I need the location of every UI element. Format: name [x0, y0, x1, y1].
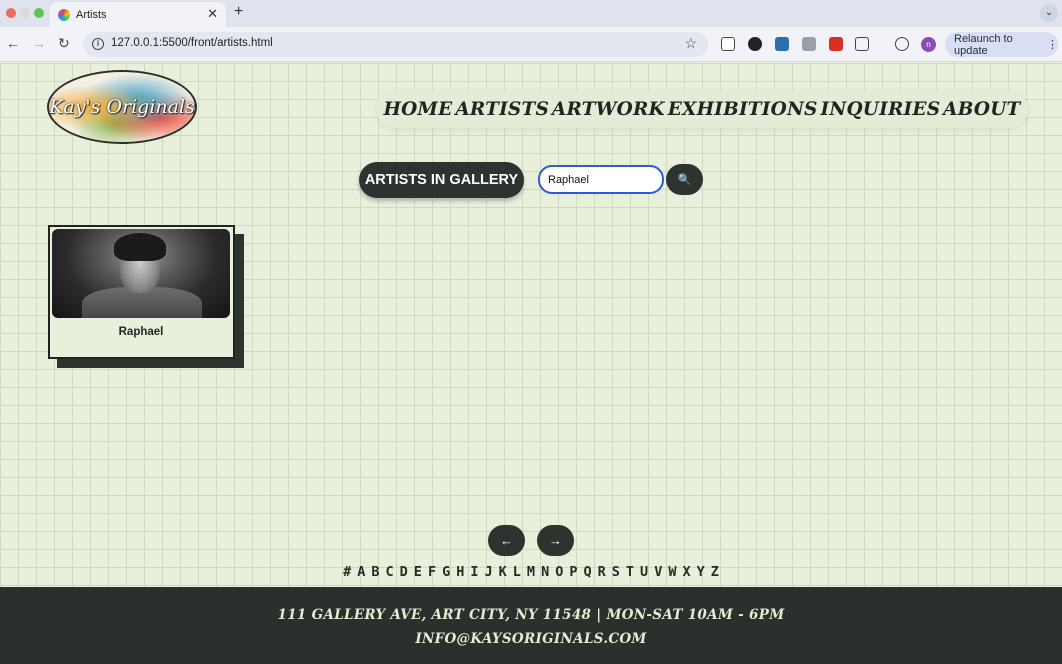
- close-window-button[interactable]: [6, 8, 16, 18]
- forward-arrow-icon[interactable]: →: [32, 35, 46, 51]
- alphabet-letter[interactable]: Y: [697, 564, 705, 580]
- alphabet-letter[interactable]: X: [682, 564, 690, 580]
- reload-icon[interactable]: ↻: [58, 35, 70, 52]
- site-footer: 111 GALLERY AVE, ART CITY, NY 11548 | MO…: [0, 587, 1062, 664]
- alphabet-letter[interactable]: O: [555, 564, 563, 580]
- nav-artwork-link[interactable]: ARTWORK: [552, 99, 665, 120]
- site-info-icon[interactable]: i: [92, 38, 104, 50]
- minimize-window-button[interactable]: [20, 8, 30, 18]
- alphabet-letter[interactable]: J: [485, 564, 493, 580]
- browser-tab[interactable]: Artists ✕: [50, 2, 226, 27]
- back-arrow-icon[interactable]: ←: [6, 35, 20, 51]
- relaunch-button[interactable]: Relaunch to update ⋮: [945, 32, 1058, 57]
- alphabet-letter[interactable]: S: [612, 564, 620, 580]
- more-menu-icon[interactable]: ⋮: [1047, 38, 1058, 51]
- alphabet-letter[interactable]: I: [470, 564, 478, 580]
- alphabet-letter[interactable]: K: [499, 564, 507, 580]
- tab-title: Artists: [76, 8, 107, 21]
- footer-address: 111 GALLERY AVE, ART CITY, NY 11548 | MO…: [277, 607, 785, 623]
- maximize-window-button[interactable]: [34, 8, 44, 18]
- extension-h-icon[interactable]: [748, 37, 762, 51]
- artist-name: Raphael: [118, 326, 164, 338]
- alphabet-letter[interactable]: T: [626, 564, 634, 580]
- alphabet-filter: # A B C D E F G H I J K L M N O P Q R S T U V W X Y Z: [0, 564, 1062, 580]
- alphabet-letter[interactable]: #: [343, 564, 351, 580]
- alphabet-letter[interactable]: U: [640, 564, 648, 580]
- footer-email[interactable]: INFO@KAYSORIGINALS.COM: [0, 631, 1062, 647]
- artists-in-gallery-button[interactable]: ARTISTS IN GALLERY: [359, 162, 524, 198]
- new-tab-button[interactable]: +: [234, 3, 243, 21]
- artist-card[interactable]: Raphael: [48, 225, 235, 359]
- alphabet-letter[interactable]: V: [654, 564, 662, 580]
- alphabet-letter[interactable]: N: [541, 564, 549, 580]
- alphabet-letter[interactable]: Q: [583, 564, 591, 580]
- artist-search-input[interactable]: [538, 165, 664, 194]
- alphabet-letter[interactable]: D: [400, 564, 408, 580]
- address-bar[interactable]: i 127.0.0.1:5500/front/artists.html ☆: [83, 32, 708, 57]
- alphabet-letter[interactable]: R: [598, 564, 606, 580]
- prev-page-button[interactable]: ←: [488, 525, 525, 556]
- alphabet-letter[interactable]: A: [357, 564, 365, 580]
- red-extension-icon[interactable]: [829, 37, 843, 51]
- tab-search-chevron-icon[interactable]: ⌄: [1040, 4, 1058, 22]
- alphabet-letter[interactable]: G: [442, 564, 450, 580]
- profile-avatar[interactable]: n: [921, 37, 936, 52]
- alphabet-letter[interactable]: F: [428, 564, 436, 580]
- cast-extension-icon[interactable]: [721, 37, 735, 51]
- alphabet-letter[interactable]: L: [513, 564, 521, 580]
- nav-artists-link[interactable]: ARTISTS: [455, 99, 549, 120]
- nav-home-link[interactable]: HOME: [383, 99, 452, 120]
- nav-about-link[interactable]: ABOUT: [943, 99, 1020, 120]
- bookmark-star-icon[interactable]: ☆: [684, 35, 697, 52]
- alphabet-letter[interactable]: C: [386, 564, 394, 580]
- puzzle-extensions-icon[interactable]: [855, 37, 869, 51]
- main-nav: HOME ARTISTS ARTWORK EXHIBITIONS INQUIRI…: [376, 90, 1028, 128]
- nav-exhibitions-link[interactable]: EXHIBITIONS: [668, 99, 818, 120]
- relaunch-label: Relaunch to update: [954, 32, 1013, 57]
- search-icon: 🔍: [677, 174, 692, 186]
- artist-photo: [52, 229, 230, 318]
- url-text[interactable]: 127.0.0.1:5500/front/artists.html: [111, 37, 273, 49]
- lightning-extension-icon[interactable]: [802, 37, 816, 51]
- performance-icon[interactable]: [895, 37, 909, 51]
- alphabet-letter[interactable]: W: [668, 564, 676, 580]
- browser-tabbar: Artists ✕ + ⌄: [0, 0, 1062, 27]
- alphabet-letter[interactable]: B: [371, 564, 379, 580]
- browser-toolbar: ← → ↻ i 127.0.0.1:5500/front/artists.htm…: [0, 27, 1062, 62]
- alphabet-letter[interactable]: E: [414, 564, 422, 580]
- alphabet-letter[interactable]: Z: [711, 564, 719, 580]
- alphabet-letter[interactable]: M: [527, 564, 535, 580]
- page-content: Kay's Originals HOME ARTISTS ARTWORK EXH…: [0, 63, 1062, 664]
- alphabet-letter[interactable]: H: [456, 564, 464, 580]
- next-page-button[interactable]: →: [537, 525, 574, 556]
- nav-inquiries-link[interactable]: INQUIRIES: [821, 99, 941, 120]
- search-button[interactable]: 🔍: [666, 164, 703, 195]
- alphabet-letter[interactable]: P: [569, 564, 577, 580]
- site-favicon-icon: [58, 8, 70, 21]
- tab-close-icon[interactable]: ✕: [207, 6, 218, 22]
- image-extension-icon[interactable]: [775, 37, 789, 51]
- site-logo[interactable]: Kay's Originals: [47, 70, 197, 144]
- logo-text: Kay's Originals: [49, 96, 195, 118]
